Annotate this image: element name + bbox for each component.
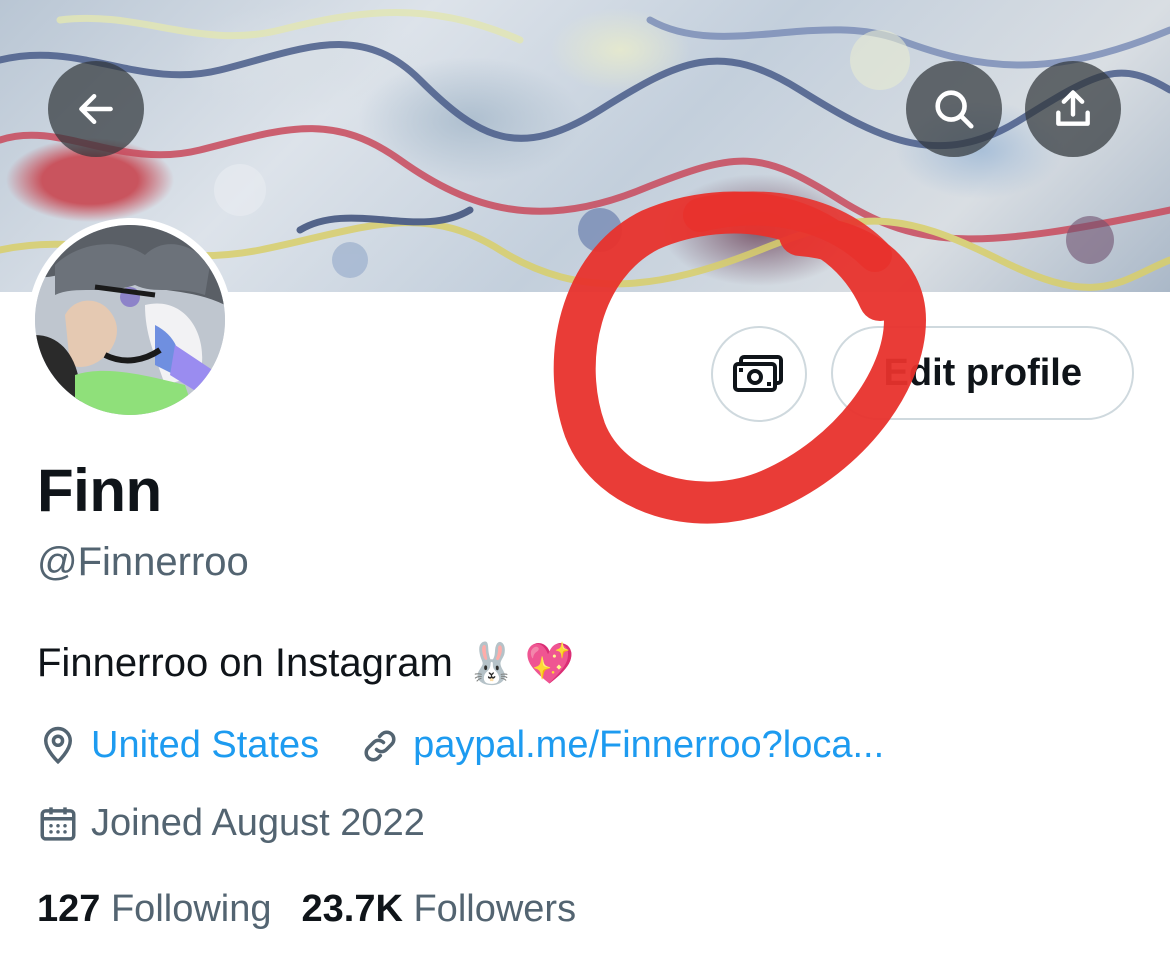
following-label: Following	[110, 888, 272, 930]
calendar-icon	[40, 806, 76, 841]
joined-row: Joined August 2022	[37, 802, 425, 845]
location-link[interactable]: United States	[91, 724, 319, 767]
bio-emoji-heart: 💖	[524, 642, 575, 686]
search-button[interactable]	[906, 61, 1002, 157]
website-link[interactable]: paypal.me/Finnerroo?loca...	[413, 724, 884, 767]
following-stat[interactable]: 127 Following	[37, 888, 272, 931]
location-pin-icon	[43, 726, 73, 764]
search-icon	[935, 90, 974, 129]
joined-date: Joined August 2022	[91, 802, 425, 844]
arrow-left-icon	[79, 93, 113, 125]
display-name: Finn	[37, 457, 162, 524]
follow-stats: 127 Following 23.7K Followers	[37, 888, 576, 931]
share-button[interactable]	[1025, 61, 1121, 157]
followers-stat[interactable]: 23.7K Followers	[302, 888, 577, 931]
followers-label: Followers	[413, 888, 577, 930]
avatar[interactable]	[28, 218, 232, 422]
avatar-image	[35, 225, 225, 415]
profile-meta-row: United States paypal.me/Finnerroo?loca..…	[37, 724, 884, 767]
followers-count: 23.7K	[301, 888, 403, 930]
money-tip-icon	[733, 355, 783, 392]
bio-emoji-rabbit: 🐰	[466, 642, 517, 686]
bio-text: Finnerroo on Instagram	[37, 641, 453, 685]
edit-profile-label: Edit profile	[883, 351, 1082, 394]
bio: Finnerroo on Instagram 🐰 💖	[37, 640, 574, 687]
tip-button[interactable]	[711, 326, 807, 422]
user-handle: @Finnerroo	[37, 540, 249, 584]
back-button[interactable]	[48, 61, 144, 157]
following-count: 127	[37, 888, 101, 930]
share-upload-icon	[1056, 90, 1090, 126]
link-icon	[364, 729, 396, 762]
edit-profile-button[interactable]: Edit profile	[831, 326, 1134, 420]
